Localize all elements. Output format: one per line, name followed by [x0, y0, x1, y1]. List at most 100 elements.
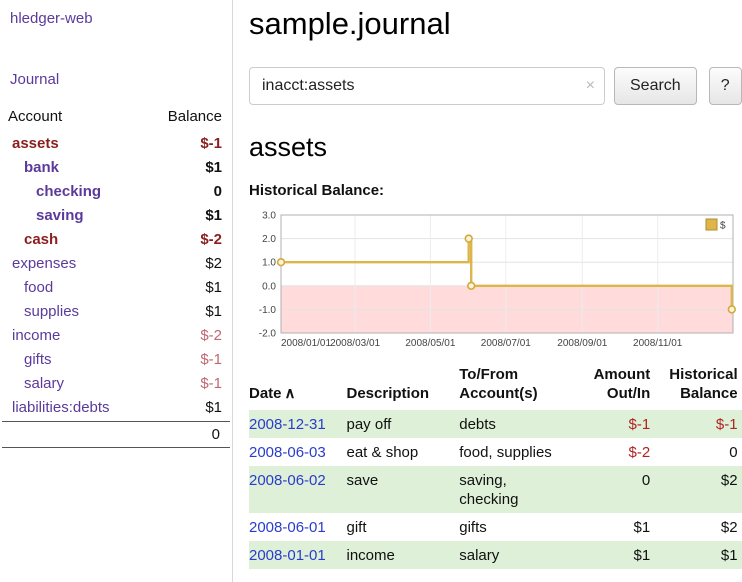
register-row: 2008-12-31pay offdebts$-1$-1	[249, 410, 742, 438]
search-input[interactable]	[249, 67, 605, 105]
chart-point	[468, 282, 475, 289]
register-accounts: food, supplies	[459, 438, 573, 466]
y-tick-label: 0.0	[262, 281, 276, 292]
account-balance: $-1	[200, 351, 222, 368]
sidebar-account-row: liabilities:debts$1	[0, 395, 232, 419]
legend-swatch	[706, 219, 717, 230]
accounts-table-header: Account Balance	[0, 104, 232, 131]
register-row: 2008-06-03eat & shopfood, supplies$-20	[249, 438, 742, 466]
sidebar-item-journal[interactable]: Journal	[0, 69, 232, 90]
register-amount: $1	[573, 541, 654, 569]
y-tick-label: -1.0	[259, 305, 277, 316]
account-balance: $-1	[200, 375, 222, 392]
register-balance: $2	[654, 513, 741, 541]
page-title: sample.journal	[249, 6, 742, 42]
column-header-date[interactable]: Date∧	[249, 363, 347, 410]
main-content: sample.journal × Search ? assets Histori…	[233, 0, 742, 582]
account-link[interactable]: cash	[0, 231, 58, 248]
transaction-date-link[interactable]: 2008-01-01	[249, 547, 326, 564]
sidebar: hledger-web Journal Account Balance asse…	[0, 0, 233, 582]
column-header-amount: Amount Out/In	[573, 363, 654, 410]
sidebar-account-row: supplies $1	[0, 299, 232, 323]
account-balance: $2	[205, 255, 222, 272]
account-balance: $-2	[200, 327, 222, 344]
account-link[interactable]: income	[0, 327, 60, 344]
register-accounts: debts	[459, 410, 573, 438]
chart-point	[728, 306, 735, 313]
register-date-cell: 2008-06-03	[249, 438, 347, 466]
accounts-total: 0	[2, 421, 230, 448]
account-balance: 0	[214, 183, 222, 200]
transaction-date-link[interactable]: 2008-06-01	[249, 519, 326, 536]
register-description: eat & shop	[347, 438, 460, 466]
sidebar-account-row: saving $1	[0, 203, 232, 227]
chart-title: Historical Balance:	[249, 182, 742, 199]
sidebar-account-row: assets$-1	[0, 131, 232, 155]
register-amount: $1	[573, 513, 654, 541]
register-balance: $2	[654, 466, 741, 513]
account-link[interactable]: saving	[0, 207, 84, 224]
clear-search-icon[interactable]: ×	[586, 77, 595, 95]
account-balance: $1	[205, 207, 222, 224]
account-link[interactable]: salary	[0, 375, 64, 392]
sort-ascending-icon: ∧	[282, 385, 296, 402]
transaction-date-link[interactable]: 2008-06-02	[249, 472, 326, 489]
register-date-cell: 2008-06-01	[249, 513, 347, 541]
chart-point	[465, 235, 472, 242]
account-link[interactable]: assets	[0, 135, 59, 152]
x-tick-label: 2008/09/01	[557, 338, 607, 349]
sidebar-account-row: cash$-2	[0, 227, 232, 251]
x-tick-label: 2008/11/01	[633, 338, 683, 349]
register-row: 2008-06-02 savesaving, checking0$2	[249, 466, 742, 513]
x-tick-label: 2008/01/01	[281, 338, 331, 349]
register-amount: 0	[573, 466, 654, 513]
search-bar: × Search ?	[249, 67, 742, 105]
register-amount: $-2	[573, 438, 654, 466]
search-button[interactable]: Search	[614, 67, 697, 105]
register-table: Date∧ Description To/From Account(s) Amo…	[249, 363, 742, 569]
account-balance: $1	[205, 303, 222, 320]
register-accounts: saving, checking	[459, 466, 573, 513]
register-description: pay off	[347, 410, 460, 438]
account-link[interactable]: expenses	[0, 255, 76, 272]
register-amount: $-1	[573, 410, 654, 438]
transaction-date-link[interactable]: 2008-06-03	[249, 444, 326, 461]
sidebar-account-row: expenses $2	[0, 251, 232, 275]
date-header-label: Date	[249, 385, 282, 402]
account-link[interactable]: liabilities:debts	[0, 399, 110, 416]
register-date-cell: 2008-12-31	[249, 410, 347, 438]
legend-label: $	[720, 221, 726, 232]
account-heading: assets	[249, 132, 742, 163]
account-link[interactable]: food	[0, 279, 53, 296]
x-tick-label: 2008/05/01	[405, 338, 455, 349]
account-link[interactable]: bank	[0, 159, 59, 176]
account-link[interactable]: supplies	[0, 303, 79, 320]
transaction-date-link[interactable]: 2008-12-31	[249, 416, 326, 433]
help-button[interactable]: ?	[709, 67, 742, 105]
y-tick-label: -2.0	[259, 329, 277, 340]
account-link[interactable]: gifts	[0, 351, 52, 368]
x-tick-label: 2008/03/01	[330, 338, 380, 349]
register-accounts: salary	[459, 541, 573, 569]
accounts-tree: assets$-1bank$1checking0saving$1cash$-2e…	[0, 131, 232, 419]
register-header-row: Date∧ Description To/From Account(s) Amo…	[249, 363, 742, 410]
register-accounts: gifts	[459, 513, 573, 541]
y-tick-label: 2.0	[262, 234, 276, 245]
column-header-accounts: To/From Account(s)	[459, 363, 573, 410]
historical-balance-chart: 3.02.01.00.0-1.0-2.02008/01/012008/03/01…	[249, 207, 736, 353]
register-balance: $-1	[654, 410, 741, 438]
account-balance: $1	[205, 159, 222, 176]
register-description: save	[347, 466, 460, 513]
account-link[interactable]: checking	[0, 183, 101, 200]
sidebar-account-row: salary $-1	[0, 371, 232, 395]
register-description: income	[347, 541, 460, 569]
sidebar-account-row: bank $1	[0, 155, 232, 179]
accounts-header-account: Account	[8, 108, 62, 125]
sidebar-account-row: income $-2	[0, 323, 232, 347]
chart-point	[278, 259, 285, 266]
sidebar-account-row: gifts $-1	[0, 347, 232, 371]
sidebar-account-row: checking 0	[0, 179, 232, 203]
app-title-link[interactable]: hledger-web	[0, 8, 103, 29]
y-tick-label: 3.0	[262, 211, 276, 222]
x-tick-label: 2008/07/01	[481, 338, 531, 349]
